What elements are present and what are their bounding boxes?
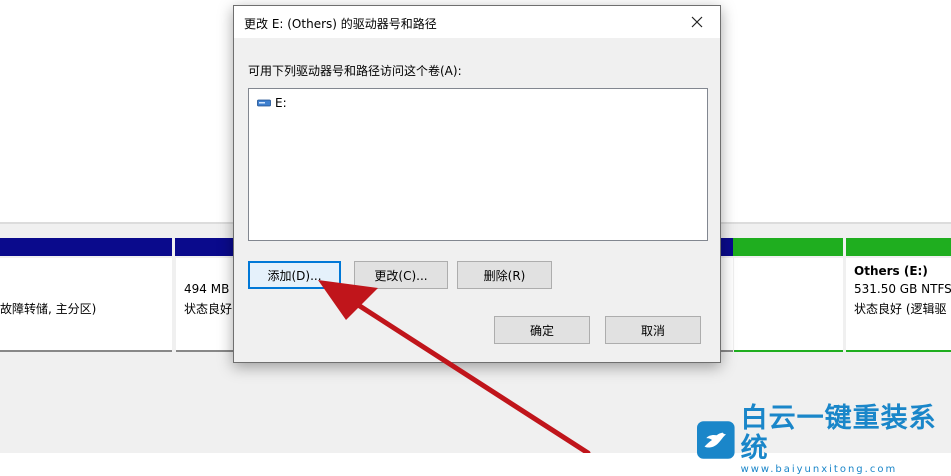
pointer-arrow	[318, 280, 591, 453]
watermark-brand: 白云一键重装系统	[740, 403, 937, 464]
watermark: 白云一键重装系统 www.baiyunxitong.com	[697, 404, 951, 476]
bird-logo-icon	[697, 421, 735, 459]
watermark-url: www.baiyunxitong.com	[740, 464, 898, 475]
